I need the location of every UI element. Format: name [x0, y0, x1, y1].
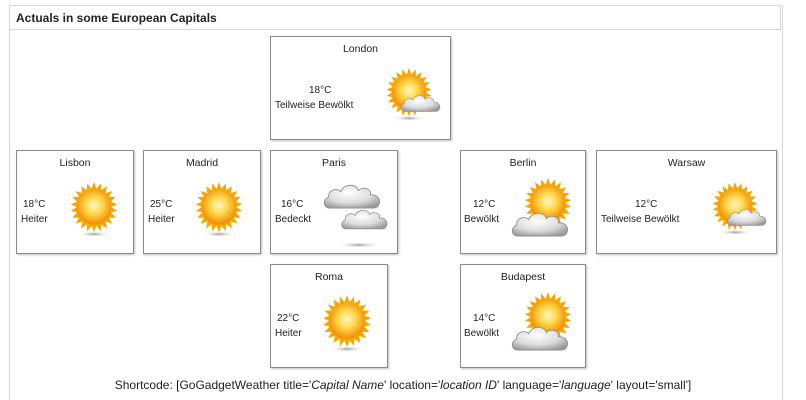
condition-text: Heiter — [148, 214, 175, 225]
temperature: 14°C — [473, 313, 496, 324]
condition-text: Bewölkt — [464, 328, 500, 339]
sun-icon — [70, 181, 118, 238]
weather-card-warsaw: Warsaw 12°C Teilweise Bewölkt — [596, 150, 777, 254]
shortcode-location-value: location ID — [440, 378, 497, 392]
temperature: 12°C — [473, 199, 496, 210]
shortcode-suffix: ' layout='small'] — [610, 378, 692, 392]
condition-text: Bewölkt — [464, 214, 500, 225]
weather-card-roma: Roma 22°C Heiter — [270, 264, 388, 368]
sun-icon — [195, 181, 243, 238]
city-name: Paris — [322, 157, 346, 169]
condition-text: Teilweise Bewölkt — [601, 214, 680, 225]
partly-cloudy-icon — [712, 181, 767, 236]
weather-card-paris: Paris 16°C Bedeckt — [270, 150, 398, 254]
city-name: Budapest — [500, 271, 546, 283]
weather-card-budapest: Budapest 14°C Bewölkt — [460, 264, 586, 368]
cloudy-icon — [511, 291, 572, 351]
city-name: Madrid — [185, 157, 219, 169]
city-name: London — [342, 43, 379, 55]
temperature: 22°C — [277, 313, 300, 324]
temperature: 12°C — [635, 199, 658, 210]
temperature: 25°C — [150, 199, 173, 210]
shortcode-text: Shortcode: [GoGadgetWeather title='Capit… — [0, 378, 806, 392]
sun-icon — [323, 295, 371, 352]
partly-cloudy-icon — [386, 67, 441, 122]
condition-text: Heiter — [21, 214, 48, 225]
temperature: 18°C — [23, 199, 46, 210]
shortcode-part3: ' language=' — [496, 378, 562, 392]
page-title: Actuals in some European Capitals — [16, 11, 217, 25]
weather-card-lisbon: Lisbon 18°C Heiter — [16, 150, 134, 254]
weather-card-berlin: Berlin 12°C Bewölkt — [460, 150, 586, 254]
weather-card-madrid: Madrid 25°C Heiter — [143, 150, 261, 254]
panel-header: Actuals in some European Capitals — [9, 5, 781, 30]
condition-text: Bedeckt — [275, 214, 312, 225]
condition-text: Teilweise Bewölkt — [275, 100, 354, 111]
shortcode-title-value: Capital Name — [311, 378, 384, 392]
city-name: Lisbon — [59, 157, 91, 169]
weather-card-london: London 18°C Teilweise Bewölkt — [270, 36, 451, 140]
city-name: Roma — [314, 271, 343, 283]
cloudy-icon — [511, 177, 572, 237]
overcast-icon — [323, 184, 388, 248]
city-name: Berlin — [509, 157, 537, 169]
shortcode-prefix: Shortcode: [GoGadgetWeather title=' — [114, 378, 312, 392]
temperature: 18°C — [309, 85, 332, 96]
shortcode-language-value: language — [561, 378, 611, 392]
shortcode-part2: ' location=' — [383, 378, 441, 392]
condition-text: Heiter — [275, 328, 302, 339]
city-name: Warsaw — [667, 157, 706, 169]
temperature: 16°C — [281, 199, 304, 210]
